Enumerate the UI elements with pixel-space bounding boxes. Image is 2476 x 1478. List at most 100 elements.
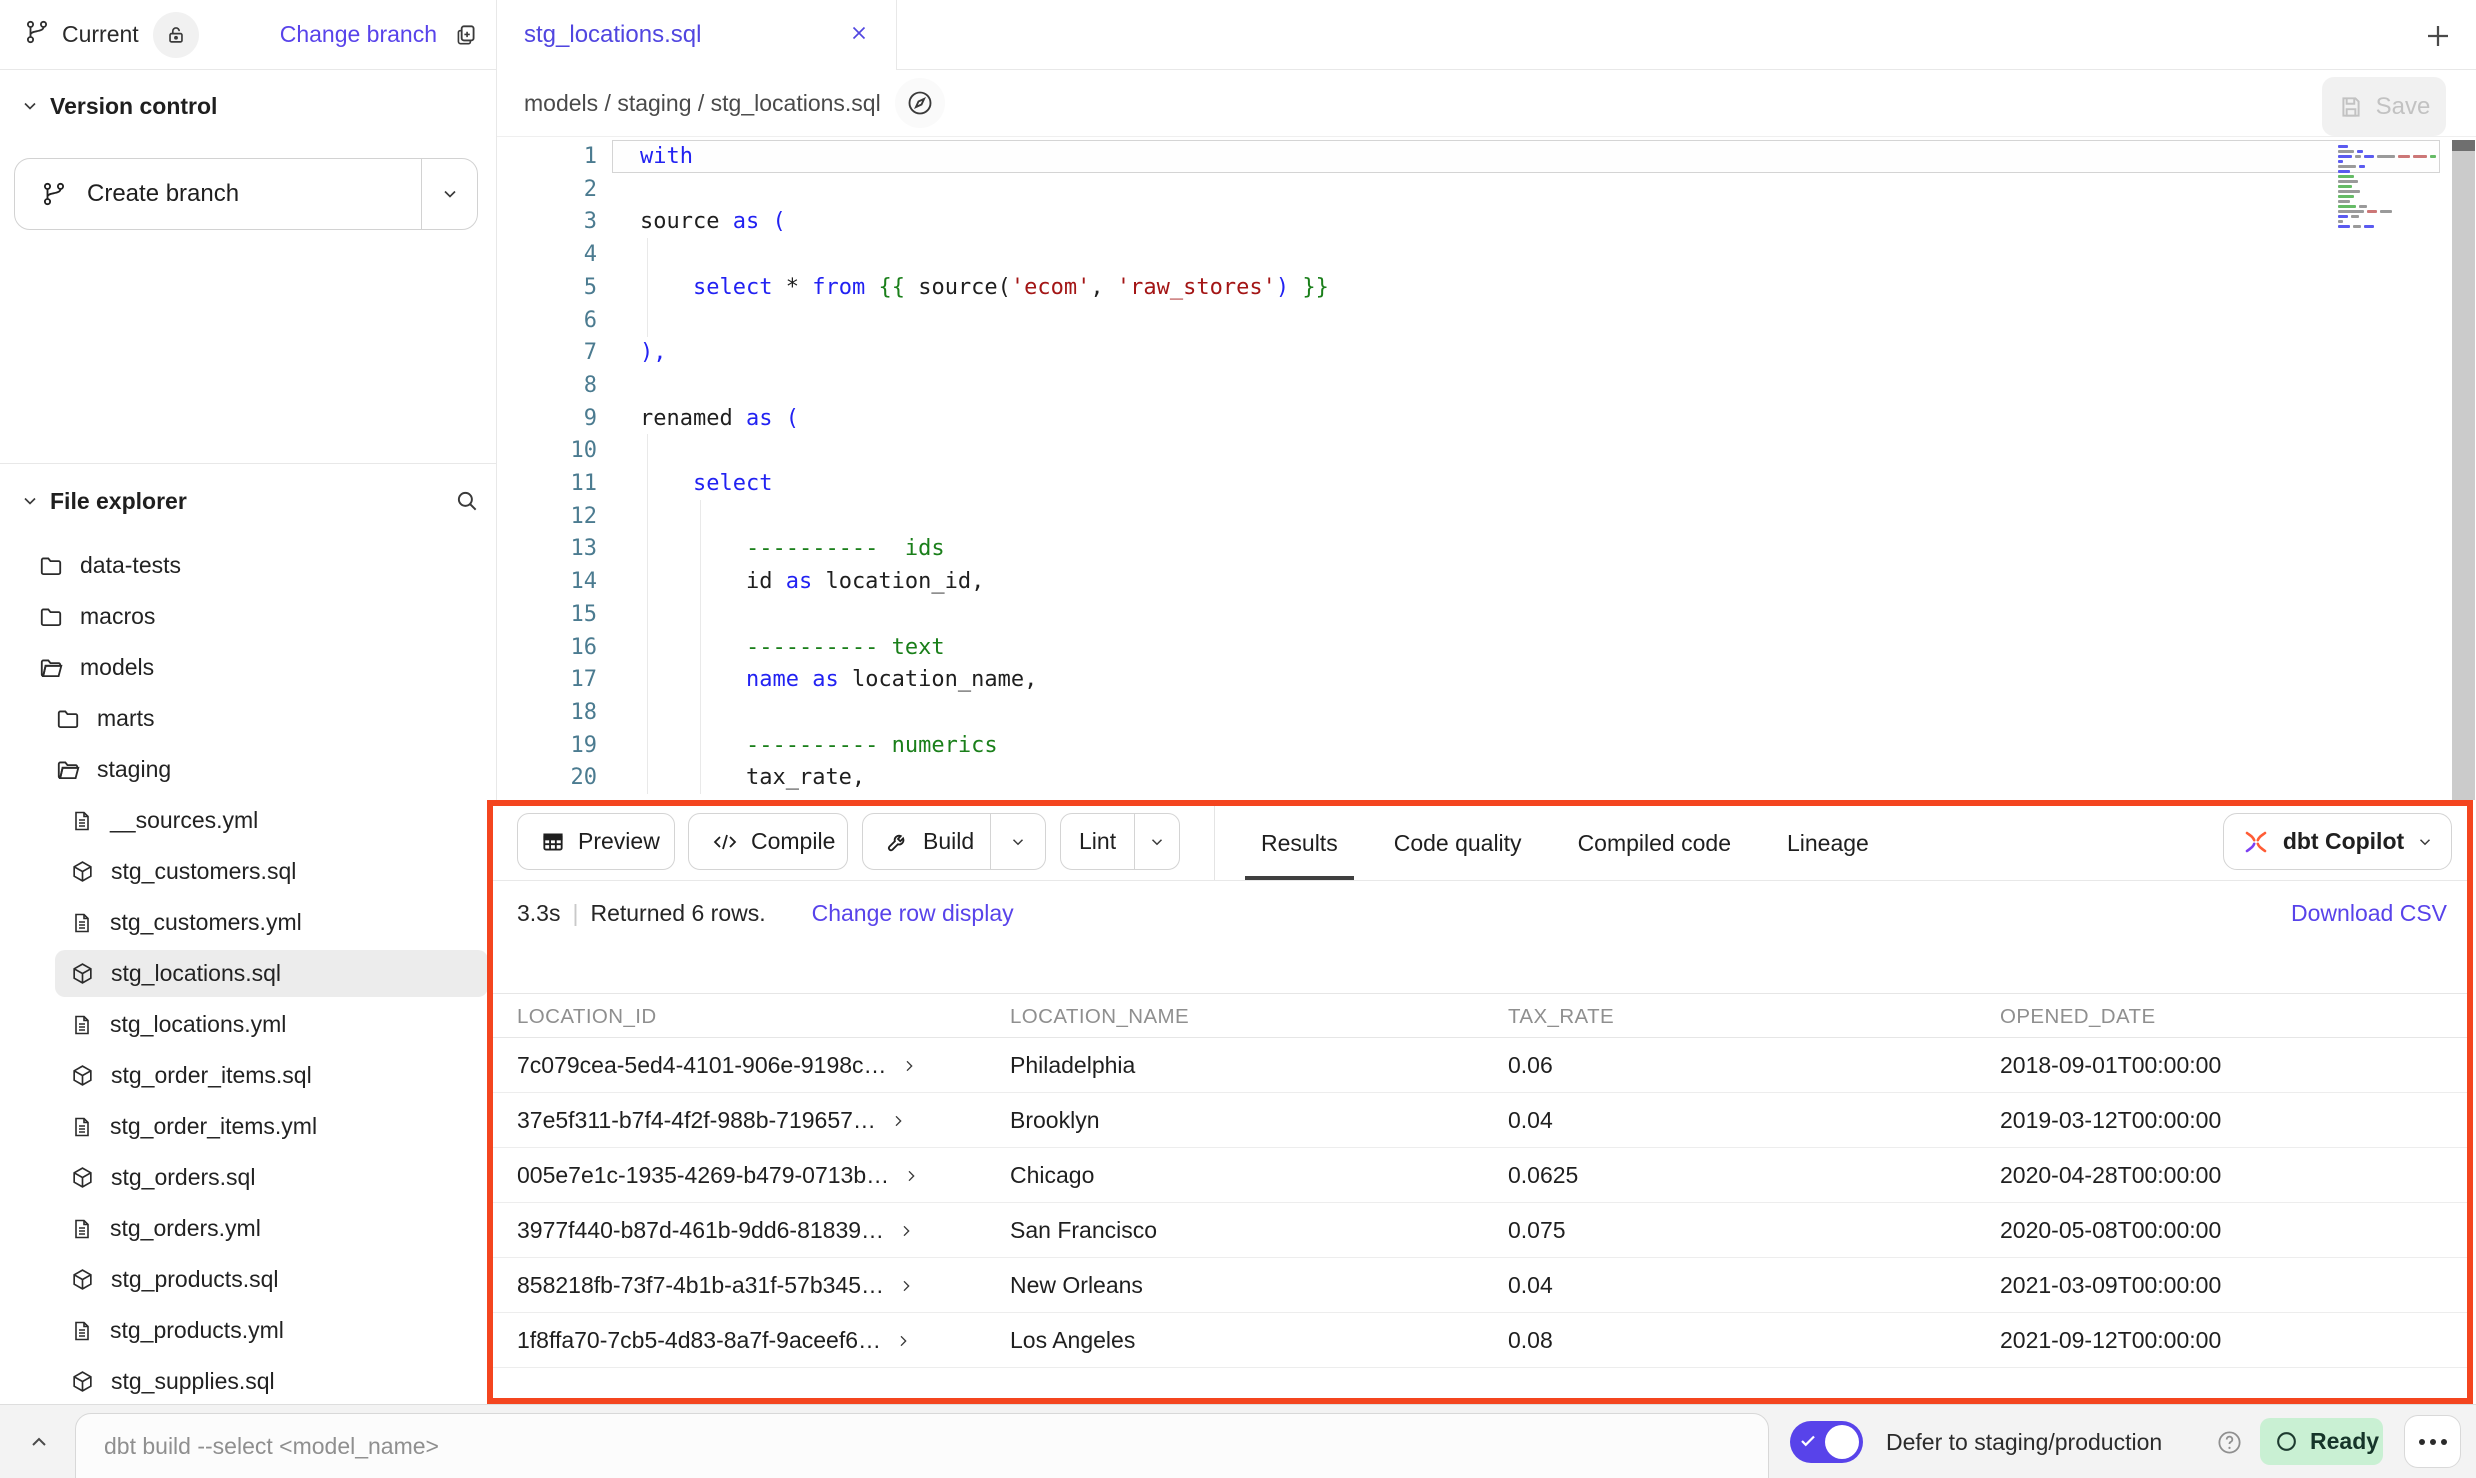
code-line-18[interactable]: 18 <box>497 696 2476 729</box>
code-line-16[interactable]: 16 ---------- text <box>497 631 2476 664</box>
code-line-20[interactable]: 20 tax_rate, <box>497 761 2476 794</box>
line-number: 8 <box>497 373 597 398</box>
code-line-10[interactable]: 10 <box>497 434 2476 467</box>
file-item-stg-locations-yml[interactable]: stg_locations.yml <box>0 999 497 1050</box>
code-editor[interactable]: 1with23source as (45 select * from {{ so… <box>497 137 2476 800</box>
code-line-11[interactable]: 11 select <box>497 467 2476 500</box>
preview-button[interactable]: Preview <box>517 813 675 870</box>
ready-status-badge: Ready <box>2260 1418 2383 1465</box>
tab-code-quality[interactable]: Code quality <box>1378 806 1538 880</box>
code-line-12[interactable]: 12 <box>497 500 2476 533</box>
code-line-2[interactable]: 2 <box>497 173 2476 206</box>
table-row[interactable]: 3977f440-b87d-461b-9dd6-81839…San Franci… <box>493 1203 2467 1258</box>
file-item-stg-customers-sql[interactable]: stg_customers.sql <box>0 846 497 897</box>
code-line-13[interactable]: 13 ---------- ids <box>497 532 2476 565</box>
create-branch-label: Create branch <box>87 180 239 208</box>
tab-results[interactable]: Results <box>1245 806 1354 880</box>
tab-stg-locations-sql[interactable]: stg_locations.sql <box>498 0 897 70</box>
row-expand-chevron-icon[interactable] <box>890 1113 906 1129</box>
file-search-icon[interactable] <box>454 488 480 514</box>
create-branch-dropdown[interactable] <box>421 159 477 229</box>
code-line-6[interactable]: 6 <box>497 304 2476 337</box>
row-expand-chevron-icon[interactable] <box>895 1333 911 1349</box>
save-button[interactable]: Save <box>2322 77 2446 136</box>
expand-command-bar-icon[interactable] <box>22 1427 56 1457</box>
dbt-command-input[interactable] <box>75 1413 1769 1478</box>
file-label: macros <box>80 603 155 630</box>
plus-icon <box>2423 21 2453 51</box>
code-line-17[interactable]: 17 name as location_name, <box>497 663 2476 696</box>
file-item-marts[interactable]: marts <box>0 693 497 744</box>
editor-scrollbar[interactable] <box>2452 140 2475 800</box>
file-item--sources-yml[interactable]: __sources.yml <box>0 795 497 846</box>
code-text: select * from {{ source('ecom', 'raw_sto… <box>640 275 1329 300</box>
line-number: 5 <box>497 275 597 300</box>
file-explorer-section-header[interactable]: File explorer <box>20 478 480 524</box>
yml-file-icon <box>70 1217 94 1241</box>
file-item-data-tests[interactable]: data-tests <box>0 540 497 591</box>
file-item-stg-customers-yml[interactable]: stg_customers.yml <box>0 897 497 948</box>
change-branch-link[interactable]: Change branch <box>280 21 437 48</box>
code-text: renamed as ( <box>640 406 799 431</box>
table-row[interactable]: 858218fb-73f7-4b1b-a31f-57b345…New Orlea… <box>493 1258 2467 1313</box>
cell-location_name: Brooklyn <box>1010 1093 1099 1148</box>
download-csv-link[interactable]: Download CSV <box>2291 881 2447 945</box>
more-options-button[interactable] <box>2404 1415 2461 1468</box>
minimap[interactable] <box>2338 145 2450 230</box>
file-item-stg-orders-sql[interactable]: stg_orders.sql <box>0 1152 497 1203</box>
code-line-19[interactable]: 19 ---------- numerics <box>497 729 2476 762</box>
file-item-macros[interactable]: macros <box>0 591 497 642</box>
row-expand-chevron-icon[interactable] <box>901 1058 917 1074</box>
results-status-row: 3.3s | Returned 6 rows. Change row displ… <box>493 881 2467 945</box>
file-item-stg-locations-sql[interactable]: stg_locations.sql <box>0 948 497 999</box>
row-expand-chevron-icon[interactable] <box>903 1168 919 1184</box>
table-row[interactable]: 37e5f311-b7f4-4f2f-988b-719657…Brooklyn0… <box>493 1093 2467 1148</box>
table-row[interactable]: 1f8ffa70-7cb5-4d83-8a7f-9aceef6…Los Ange… <box>493 1313 2467 1368</box>
tab-close-icon[interactable] <box>848 22 870 49</box>
file-item-stg-products-yml[interactable]: stg_products.yml <box>0 1305 497 1356</box>
file-item-stg-products-sql[interactable]: stg_products.sql <box>0 1254 497 1305</box>
code-line-7[interactable]: 7), <box>497 336 2476 369</box>
change-row-display-link[interactable]: Change row display <box>812 900 1014 927</box>
code-line-5[interactable]: 5 select * from {{ source('ecom', 'raw_s… <box>497 271 2476 304</box>
model-file-icon <box>70 1063 95 1088</box>
table-row[interactable]: 7c079cea-5ed4-4101-906e-9198c…Philadelph… <box>493 1038 2467 1093</box>
code-line-8[interactable]: 8 <box>497 369 2476 402</box>
file-item-models[interactable]: models <box>0 642 497 693</box>
help-icon[interactable] <box>2216 1429 2243 1461</box>
build-dropdown[interactable] <box>990 814 1044 869</box>
tab-lineage[interactable]: Lineage <box>1771 806 1885 880</box>
copy-branch-icon[interactable] <box>453 22 479 48</box>
code-line-1[interactable]: 1with <box>497 140 2476 173</box>
row-expand-chevron-icon[interactable] <box>898 1223 914 1239</box>
editor-scrollbar-thumb[interactable] <box>2452 140 2475 151</box>
code-text: ---------- ids <box>640 536 945 561</box>
code-line-15[interactable]: 15 <box>497 598 2476 631</box>
results-table-body: 7c079cea-5ed4-4101-906e-9198c…Philadelph… <box>493 1038 2467 1368</box>
defer-toggle[interactable] <box>1790 1421 1863 1463</box>
lint-dropdown[interactable] <box>1134 814 1179 869</box>
build-button[interactable]: Build <box>862 813 1046 870</box>
file-item-staging[interactable]: staging <box>0 744 497 795</box>
code-line-4[interactable]: 4 <box>497 238 2476 271</box>
new-tab-button[interactable] <box>2420 18 2456 54</box>
create-branch-button[interactable]: Create branch <box>14 158 478 230</box>
lint-label: Lint <box>1079 828 1116 855</box>
file-item-stg-supplies-sql[interactable]: stg_supplies.sql <box>0 1356 497 1407</box>
table-row[interactable]: 005e7e1c-1935-4269-b479-0713b…Chicago0.0… <box>493 1148 2467 1203</box>
cell-location_id: 3977f440-b87d-461b-9dd6-81839… <box>517 1203 914 1258</box>
code-line-9[interactable]: 9renamed as ( <box>497 402 2476 435</box>
code-line-14[interactable]: 14 id as location_id, <box>497 565 2476 598</box>
lint-button[interactable]: Lint <box>1060 813 1180 870</box>
compile-button[interactable]: Compile <box>688 813 848 870</box>
row-expand-chevron-icon[interactable] <box>898 1278 914 1294</box>
dbt-copilot-button[interactable]: dbt Copilot <box>2223 813 2452 870</box>
file-item-stg-order-items-sql[interactable]: stg_order_items.sql <box>0 1050 497 1101</box>
version-control-section-header[interactable]: Version control <box>20 86 217 126</box>
explore-compass-icon[interactable] <box>895 78 945 128</box>
code-line-3[interactable]: 3source as ( <box>497 205 2476 238</box>
tab-compiled-code[interactable]: Compiled code <box>1562 806 1747 880</box>
line-number: 15 <box>497 602 597 627</box>
file-item-stg-order-items-yml[interactable]: stg_order_items.yml <box>0 1101 497 1152</box>
file-item-stg-orders-yml[interactable]: stg_orders.yml <box>0 1203 497 1254</box>
